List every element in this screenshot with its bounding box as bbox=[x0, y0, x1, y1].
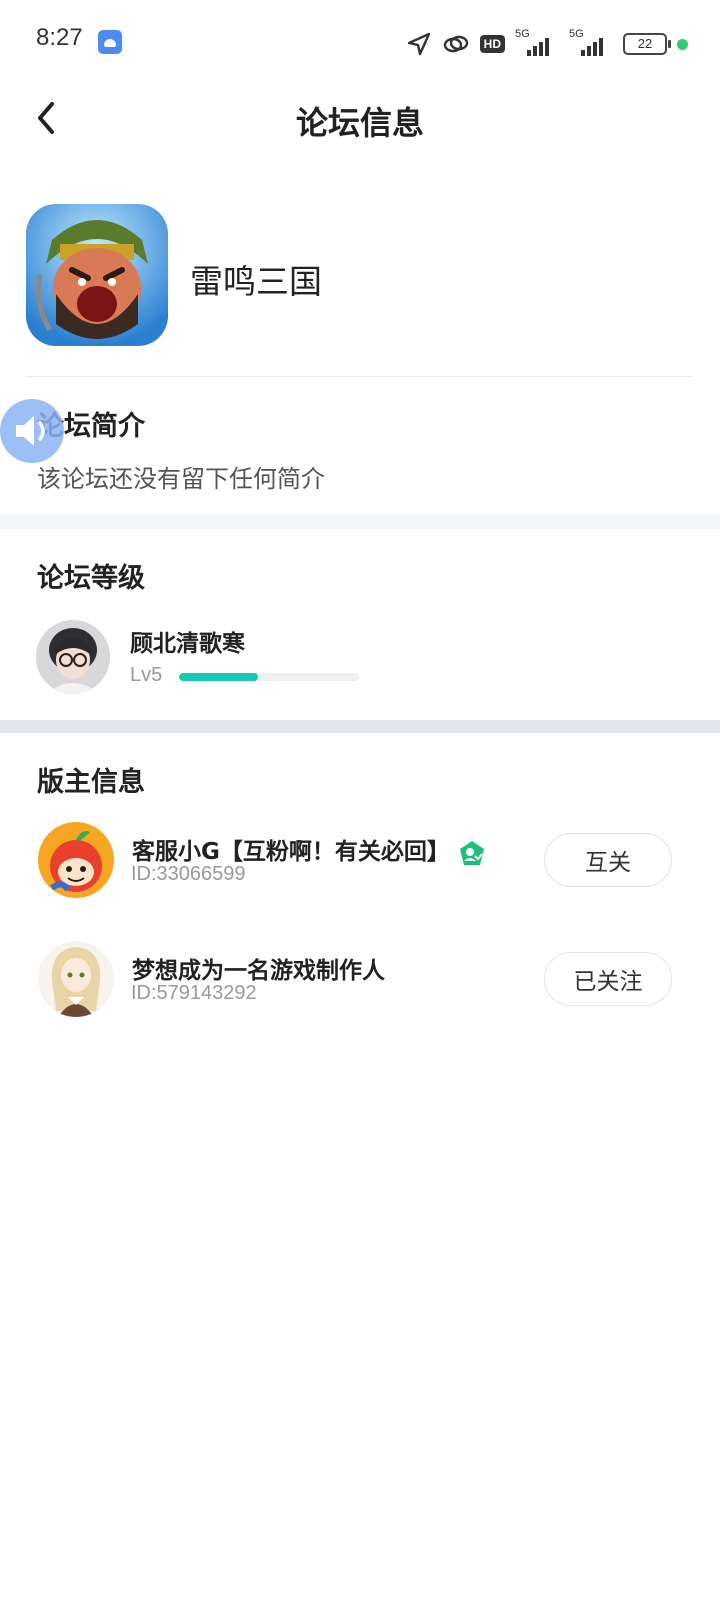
link-icon bbox=[443, 35, 468, 53]
level-progress-bar bbox=[179, 673, 359, 681]
moderator-id: ID:579143292 bbox=[131, 982, 257, 1004]
section-separator bbox=[0, 720, 720, 733]
app-notification-icon bbox=[98, 30, 122, 54]
page-title: 论坛信息 bbox=[295, 104, 424, 142]
signal-5g-2-icon: 5G bbox=[569, 28, 613, 56]
battery-icon: 22 bbox=[623, 33, 671, 55]
floating-speaker-button[interactable] bbox=[0, 399, 64, 463]
section-separator bbox=[0, 514, 720, 529]
avatar[interactable] bbox=[36, 620, 110, 694]
follow-button[interactable]: 互关 bbox=[544, 833, 672, 887]
level-badge: Lv5 bbox=[130, 664, 163, 686]
game-icon bbox=[26, 204, 168, 346]
status-time: 8:27 bbox=[36, 24, 83, 51]
moderators-title: 版主信息 bbox=[37, 767, 145, 798]
privacy-indicator-dot bbox=[677, 38, 688, 50]
verified-badge-icon bbox=[459, 840, 484, 865]
divider bbox=[26, 376, 692, 377]
intro-text: 该论坛还没有留下任何简介 bbox=[37, 465, 325, 493]
moderator-id: ID:33066599 bbox=[131, 863, 246, 885]
avatar[interactable] bbox=[38, 941, 114, 1017]
level-progress-fill bbox=[179, 673, 259, 681]
status-icons: HD 5G 5G 22 bbox=[406, 28, 688, 58]
moderator-name: 客服小G【互粉啊！有关必回】 bbox=[132, 832, 486, 867]
level-title: 论坛等级 bbox=[37, 563, 145, 594]
forum-name: 雷鸣三国 bbox=[190, 262, 322, 301]
location-icon bbox=[407, 32, 430, 56]
follow-button[interactable]: 已关注 bbox=[544, 952, 672, 1006]
signal-5g-1-icon: 5G bbox=[515, 28, 559, 56]
hd-badge: HD bbox=[479, 35, 505, 53]
speaker-icon bbox=[16, 416, 45, 446]
avatar[interactable] bbox=[38, 822, 114, 898]
moderator-name: 梦想成为一名游戏制作人 bbox=[132, 958, 385, 984]
level-user-name: 顾北清歌寒 bbox=[130, 631, 245, 657]
